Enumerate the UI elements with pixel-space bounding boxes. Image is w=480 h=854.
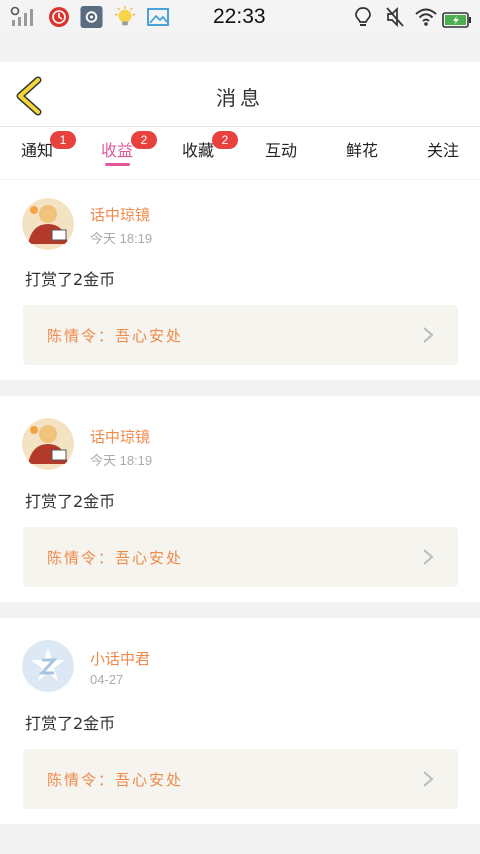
tab-label: 互动 (265, 141, 298, 160)
tab-follow[interactable]: 关注 (427, 137, 459, 161)
tab-bar: 通知 1 收益 2 收藏 2 互动 鲜花 关注 (0, 127, 480, 179)
signal-icon (10, 6, 33, 26)
work-link[interactable]: 陈情令：吾心安处 (23, 749, 458, 809)
work-link[interactable]: 陈情令：吾心安处 (23, 527, 458, 587)
user-avatar[interactable] (22, 198, 74, 250)
tab-label: 关注 (427, 141, 460, 160)
message-time: 今天 18:19 (90, 453, 153, 468)
default-avatar[interactable] (22, 640, 74, 692)
status-time: 22:33 (213, 5, 266, 28)
message-action: 打赏了2金币 (25, 714, 116, 733)
message-time: 今天 18:19 (90, 231, 153, 246)
top-spacer (0, 34, 480, 62)
page-title: 消息 (216, 86, 264, 110)
tab-interaction[interactable]: 互动 (265, 137, 297, 161)
clock-app-icon (49, 7, 69, 27)
message-card: 小话中君 04-27 打赏了2金币 陈情令：吾心安处 (0, 618, 480, 824)
chevron-right-icon (423, 327, 434, 343)
badge-count: 2 (131, 131, 157, 149)
message-card: 话中琼镜 今天 18:19 打赏了2金币 陈情令：吾心安处 (0, 180, 480, 380)
battery-icon (442, 12, 471, 28)
chevron-right-icon (423, 771, 434, 787)
bulb-notification-icon (355, 7, 371, 26)
work-title: 陈情令：吾心安处 (47, 771, 184, 789)
tab-flowers[interactable]: 鲜花 (346, 137, 378, 161)
work-link[interactable]: 陈情令：吾心安处 (23, 305, 458, 365)
lightbulb-app-icon (114, 6, 136, 26)
active-tab-indicator (105, 163, 130, 166)
work-title: 陈情令：吾心安处 (47, 549, 184, 567)
status-bar: 22:33 (0, 0, 480, 34)
tab-notice[interactable]: 通知 1 (21, 131, 76, 161)
wifi-icon (415, 8, 437, 26)
settings-app-icon (80, 6, 103, 28)
badge-count: 2 (212, 131, 238, 149)
badge-count: 1 (50, 131, 76, 149)
tab-favorites[interactable]: 收藏 2 (182, 131, 238, 161)
message-card: 话中琼镜 今天 18:19 打赏了2金币 陈情令：吾心安处 (0, 396, 480, 602)
tab-earnings[interactable]: 收益 2 (101, 131, 157, 161)
tab-label: 鲜花 (346, 141, 379, 160)
header-bar: 消息 (0, 62, 480, 127)
gallery-app-icon (147, 8, 169, 26)
work-title: 陈情令：吾心安处 (47, 327, 184, 345)
message-time: 04-27 (90, 672, 124, 687)
message-action: 打赏了2金币 (25, 492, 116, 511)
username[interactable]: 话中琼镜 (90, 204, 150, 225)
username[interactable]: 小话中君 (90, 648, 150, 669)
username[interactable]: 话中琼镜 (90, 426, 150, 447)
tab-label: 收益 (101, 141, 134, 160)
message-action: 打赏了2金币 (25, 270, 116, 289)
user-avatar[interactable] (22, 418, 74, 470)
chevron-right-icon (423, 549, 434, 565)
tab-label: 收藏 (182, 141, 215, 160)
mute-icon (386, 6, 404, 28)
tab-label: 通知 (21, 141, 54, 160)
